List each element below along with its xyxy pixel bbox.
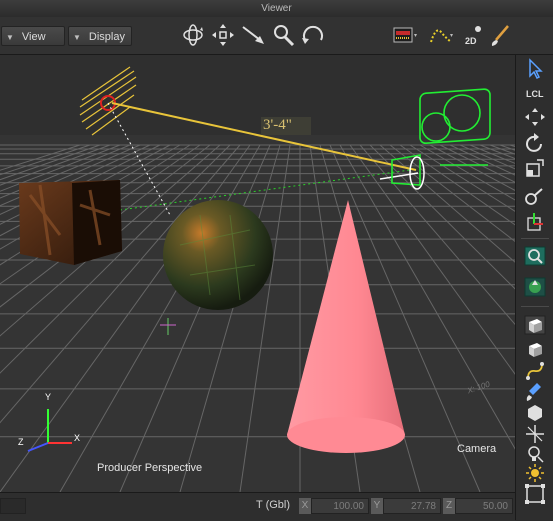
camera-view-name: Producer Perspective — [97, 462, 203, 474]
texture-icon[interactable] — [523, 276, 547, 298]
2d-mode-icon[interactable]: 2D — [462, 22, 488, 48]
chevron-down-icon: ▼ — [6, 33, 14, 42]
sun-icon[interactable] — [523, 462, 547, 484]
status-command-field[interactable] — [0, 498, 26, 514]
orbit-icon[interactable] — [180, 22, 206, 48]
toolbar-divider — [521, 306, 549, 307]
3d-viewport[interactable]: 3'-4" X: 100 Y X Z Producer Perspective … — [0, 55, 515, 492]
rotate-icon[interactable] — [523, 132, 547, 154]
window-titlebar: Viewer — [0, 0, 553, 18]
z-tag: Z — [443, 498, 455, 514]
view-menu-button[interactable]: ▼ View — [1, 26, 65, 46]
camera-object-label: Camera — [457, 443, 497, 455]
zoom-icon[interactable] — [270, 22, 296, 48]
path-icon[interactable] — [428, 22, 454, 48]
box-icon[interactable] — [523, 314, 547, 336]
polygon-icon[interactable] — [523, 402, 547, 424]
scale-icon[interactable] — [523, 158, 547, 180]
undo-view-icon[interactable] — [300, 22, 326, 48]
svg-text:2D: 2D — [465, 36, 477, 46]
status-bar: T (Gbl) X 100.00 Y 27.78 Z 50.00 — [0, 492, 515, 521]
dolly-icon[interactable] — [240, 22, 266, 48]
textured-box — [19, 180, 122, 265]
select-arrow-icon[interactable] — [523, 58, 547, 80]
local-space-icon[interactable]: LCL — [523, 81, 547, 103]
viewport-scene — [0, 55, 515, 492]
display-menu-button[interactable]: ▼ Display — [68, 26, 132, 46]
y-tag: Y — [371, 498, 383, 514]
window-title: Viewer — [261, 3, 292, 14]
toolbar-divider — [521, 238, 549, 239]
cube-icon[interactable] — [523, 338, 547, 360]
brush-icon[interactable] — [523, 381, 547, 403]
null-icon[interactable] — [523, 423, 547, 445]
measurement-label: 3'-4" — [263, 117, 292, 133]
local-space-label: LCL — [526, 89, 544, 99]
link-icon[interactable] — [523, 185, 547, 207]
move-icon[interactable] — [523, 106, 547, 128]
ruler-icon[interactable] — [392, 22, 418, 48]
gizmo-z-label: Z — [18, 437, 24, 447]
chevron-down-icon: ▼ — [73, 33, 81, 42]
frame-icon[interactable] — [523, 483, 547, 505]
pivot-icon[interactable] — [523, 211, 547, 233]
view-menu-label: View — [21, 31, 46, 43]
gizmo-x-label: X — [74, 433, 81, 443]
y-coordinate-field[interactable]: 27.78 — [383, 498, 441, 514]
gizmo-y-label: Y — [45, 392, 52, 402]
paint-brush-icon[interactable] — [488, 22, 514, 48]
pan-icon[interactable] — [210, 22, 236, 48]
textured-sphere — [163, 200, 273, 310]
x-coordinate-field[interactable]: 100.00 — [311, 498, 369, 514]
camera-search-icon[interactable] — [523, 245, 547, 267]
spline-icon[interactable] — [523, 360, 547, 382]
display-menu-label: Display — [88, 31, 125, 43]
z-coordinate-field[interactable]: 50.00 — [455, 498, 513, 514]
transform-mode-label: T (Gbl) — [256, 499, 291, 511]
viewer-toolbar: ▼ View ▼ Display 2D — [0, 17, 553, 55]
x-tag: X — [299, 498, 311, 514]
right-toolbar: LCL — [515, 55, 553, 520]
